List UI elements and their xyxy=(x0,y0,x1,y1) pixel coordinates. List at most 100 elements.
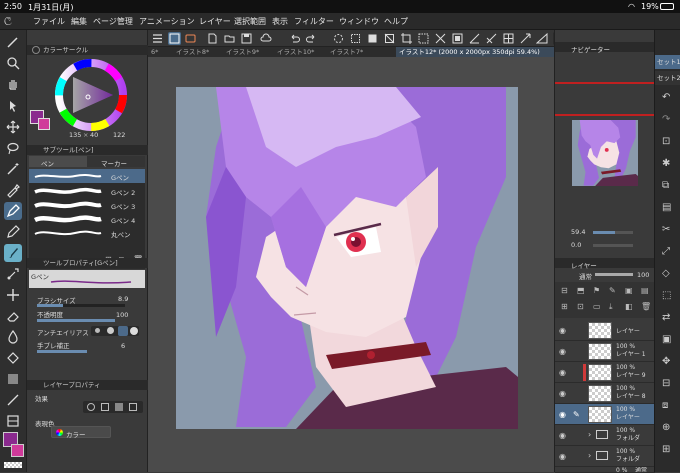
delete-side-icon[interactable]: ✱ xyxy=(662,158,670,169)
menu-window[interactable]: ウィンドウ xyxy=(339,16,379,27)
menu-selection[interactable]: 選択範囲 xyxy=(234,16,266,27)
layer-row-partial[interactable]: 0 % 通常 xyxy=(555,467,655,473)
layer-row-selected[interactable]: ◉ ✎ 100 % レイヤー xyxy=(555,404,655,425)
layer-row[interactable]: ◉ 100 % レイヤー 8 xyxy=(555,383,655,404)
copy-side-icon[interactable]: ⧉ xyxy=(662,180,669,191)
layer-row[interactable]: ◉ 100 % レイヤー 1 xyxy=(555,341,655,362)
pencil-icon[interactable] xyxy=(4,223,22,241)
clear-side-icon[interactable]: ⊡ xyxy=(662,136,670,147)
layer-color-effect-icon[interactable] xyxy=(115,403,123,411)
antialias-selector[interactable] xyxy=(91,326,139,336)
layer-row[interactable]: ◉ レイヤー xyxy=(555,320,655,341)
tab-illust12[interactable]: イラスト12* (2000 x 2000px 350dpi 59.4%) xyxy=(396,47,554,57)
transform-icon[interactable] xyxy=(383,32,396,45)
mask-icon[interactable]: ▣ xyxy=(625,286,633,295)
merge-down-icon[interactable]: ⤓ xyxy=(609,302,613,312)
fill-bucket-icon[interactable] xyxy=(4,349,22,367)
ruler-snap-icon[interactable] xyxy=(485,32,498,45)
quick-access-icon[interactable] xyxy=(168,32,181,45)
visibility-eye-icon[interactable]: ◉ xyxy=(559,326,566,335)
layer-opacity-slider[interactable] xyxy=(595,273,633,276)
brush-item[interactable]: Gペン 3 xyxy=(29,198,145,211)
folder-expand-icon[interactable]: › xyxy=(588,451,591,460)
tab-illust8[interactable]: イラスト8* xyxy=(173,47,220,57)
airbrush-icon[interactable] xyxy=(4,265,22,283)
free-transform-side-icon[interactable]: ◇ xyxy=(662,268,670,279)
tone-effect-icon[interactable] xyxy=(101,403,109,411)
tab-illust10[interactable]: イラスト10* xyxy=(274,47,324,57)
layer-color-icon[interactable]: ▤ xyxy=(641,286,649,295)
cloud-icon[interactable] xyxy=(260,32,273,45)
lock-side-icon[interactable]: ⊟ xyxy=(662,378,670,389)
hand-icon[interactable] xyxy=(4,75,22,93)
eyedropper-icon[interactable] xyxy=(4,181,22,199)
flip-side-icon[interactable]: ⇄ xyxy=(662,312,670,323)
decoration-icon[interactable] xyxy=(4,286,22,304)
visibility-eye-icon[interactable]: ◉ xyxy=(559,368,566,377)
reference-icon[interactable]: ⚑ xyxy=(593,286,600,295)
brush-icon[interactable] xyxy=(4,244,22,262)
gradient-icon[interactable] xyxy=(4,370,22,388)
companion-icon[interactable] xyxy=(184,32,197,45)
delete-layer-icon[interactable]: 🗑 xyxy=(641,302,651,311)
brush-item[interactable]: Gペン 2 xyxy=(29,184,145,197)
new-file-icon[interactable] xyxy=(206,32,219,45)
tab-6[interactable]: 6* xyxy=(148,47,170,57)
menu-filter[interactable]: フィルター xyxy=(294,16,334,27)
fill-icon[interactable] xyxy=(366,32,379,45)
invert-selection-icon[interactable] xyxy=(451,32,464,45)
special-ruler-icon[interactable] xyxy=(519,32,532,45)
effect-buttons[interactable] xyxy=(83,401,143,413)
pen-icon[interactable] xyxy=(4,202,22,220)
move-layer-icon[interactable] xyxy=(4,118,22,136)
zoom-side-icon[interactable]: ⊕ xyxy=(662,422,670,433)
menu-edit[interactable]: 編集 xyxy=(71,16,87,27)
brush-item-selected[interactable]: Gペン xyxy=(29,169,145,183)
layer-lock-icon[interactable]: ⊟ xyxy=(561,286,568,295)
zoom-icon[interactable] xyxy=(4,54,22,72)
brush-tip-icon[interactable] xyxy=(4,33,22,51)
aa-strong-icon[interactable] xyxy=(130,327,138,335)
open-folder-icon[interactable] xyxy=(223,32,236,45)
visibility-eye-icon[interactable]: ◉ xyxy=(559,431,566,440)
perspective-ruler-icon[interactable] xyxy=(536,32,549,45)
sub-color-swatch[interactable] xyxy=(11,444,24,457)
undo-icon[interactable] xyxy=(288,32,301,45)
folder-row[interactable]: ◉ › 100 % フォルダ xyxy=(555,446,655,467)
deselect-icon[interactable] xyxy=(434,32,447,45)
eraser-icon[interactable] xyxy=(4,307,22,325)
clear-icon[interactable] xyxy=(349,32,362,45)
magic-wand-icon[interactable] xyxy=(4,160,22,178)
transform-side-icon[interactable]: ⤢ xyxy=(662,246,670,257)
blend-mode-select[interactable]: 通常 xyxy=(579,271,592,281)
canvas-area[interactable] xyxy=(148,57,554,472)
layer-row[interactable]: ◉ 100 % レイヤー 9 xyxy=(555,362,655,383)
display-color-select[interactable]: カラー xyxy=(51,426,111,439)
cut-side-icon[interactable]: ✂ xyxy=(662,224,670,235)
brush-item[interactable]: 丸ペン xyxy=(29,226,145,239)
visibility-eye-icon[interactable]: ◉ xyxy=(559,347,566,356)
correction-slider[interactable] xyxy=(37,350,87,353)
layer-opacity-value[interactable]: 100 xyxy=(637,271,649,279)
fit-side-icon[interactable]: ⊞ xyxy=(662,444,670,455)
hamburger-menu-icon[interactable] xyxy=(151,32,164,45)
aa-weak-icon[interactable] xyxy=(107,327,114,334)
fill-side-icon[interactable]: ▣ xyxy=(662,334,671,345)
new-raster-layer-icon[interactable]: ⊞ xyxy=(561,302,568,311)
menu-help[interactable]: ヘルプ xyxy=(384,16,408,27)
figure-icon[interactable] xyxy=(4,391,22,409)
artwork-canvas[interactable] xyxy=(176,87,518,429)
menu-animation[interactable]: アニメーション xyxy=(139,16,195,27)
brush-size-slider[interactable] xyxy=(37,304,125,307)
layer-side-icon[interactable]: ⧈ xyxy=(662,400,668,411)
mask-effect-icon[interactable] xyxy=(129,403,137,411)
rotation-slider[interactable] xyxy=(593,244,633,247)
visibility-eye-icon[interactable]: ◉ xyxy=(559,389,566,398)
loading-icon[interactable] xyxy=(332,32,345,45)
tab-illust9[interactable]: イラスト9* xyxy=(223,47,270,57)
move-side-icon[interactable]: ✥ xyxy=(662,356,670,367)
menu-view[interactable]: 表示 xyxy=(272,16,288,27)
folder-row[interactable]: ◉ › 100 % フォルダ xyxy=(555,425,655,446)
brush-item[interactable]: Gペン 4 xyxy=(29,212,145,225)
transparent-color-swatch[interactable] xyxy=(4,462,22,468)
